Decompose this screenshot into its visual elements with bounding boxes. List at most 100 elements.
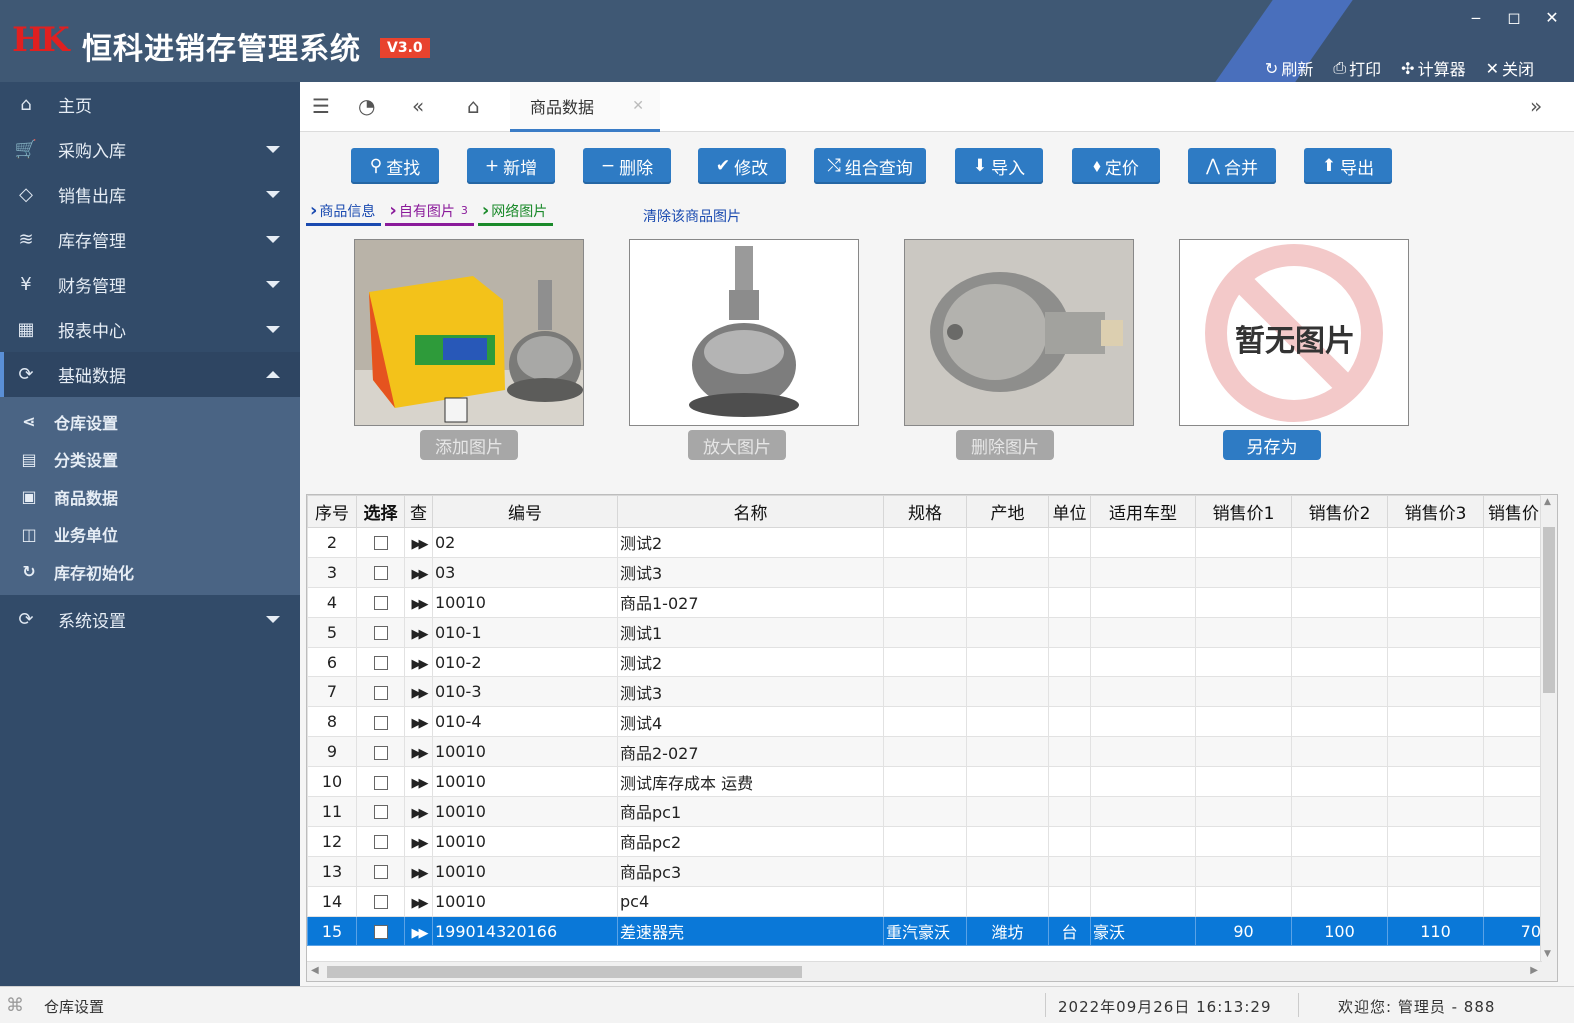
submenu-item-0[interactable]: ⋖ 仓库设置 [0,403,300,441]
toolbar-button-check[interactable]: ✔ 修改 [698,148,786,184]
submenu-item-3[interactable]: ◫ 业务单位 [0,516,300,554]
home-tab-icon[interactable]: ⌂ [467,94,480,118]
toolbar-button-shuffle[interactable]: ⤭ 组合查询 [814,148,926,184]
table-row[interactable]: 9 ▶▶ 10010 商品2-027 [307,736,1544,768]
row-checkbox[interactable] [373,656,388,670]
sidebar-item-0[interactable]: ⌂ 主页 [0,82,300,127]
row-checkbox[interactable] [373,596,388,611]
table-row[interactable]: 10 ▶▶ 10010 测试库存成本 运费 [307,766,1544,798]
delete-image-button[interactable]: 删除图片 [956,430,1054,460]
product-image-3[interactable] [904,239,1134,426]
view-detail-icon[interactable]: ▶▶ [412,567,429,582]
scroll-left-icon[interactable]: ◀ [311,965,319,976]
sidebar-item-5[interactable]: ▦ 报表中心 [0,307,300,352]
scroll-up-icon[interactable]: ▲ [1544,497,1551,507]
row-checkbox[interactable] [373,835,388,850]
subtab-2[interactable]: › 网络图片 [477,198,554,226]
table-row[interactable]: 11 ▶▶ 10010 商品pc1 [307,796,1544,827]
view-detail-icon[interactable]: ▶▶ [412,627,429,642]
vertical-scrollbar[interactable]: ▲ ▼ [1540,495,1557,981]
submenu-item-4[interactable]: ↻ 库存初始化 [0,553,300,591]
row-checkbox[interactable] [373,895,388,910]
view-detail-icon[interactable]: ▶▶ [412,537,429,552]
view-detail-icon[interactable]: ▶▶ [412,806,429,821]
table-row[interactable]: 7 ▶▶ 010-3 测试3 [307,676,1544,708]
column-header[interactable]: 单位 [1048,495,1091,528]
sidebar-item-system-settings[interactable]: ⟳ 系统设置 [0,597,300,642]
row-checkbox[interactable] [373,865,388,880]
column-header[interactable]: 序号 [307,495,357,528]
view-detail-icon[interactable]: ▶▶ [412,597,429,612]
subtab-1[interactable]: › 自有图片 3 [385,198,474,226]
top-action-calculator[interactable]: ✣ 计算器 [1401,56,1465,80]
save-as-button[interactable]: 另存为 [1223,430,1321,460]
column-header[interactable]: 名称 [617,495,884,528]
product-image-2[interactable] [629,239,859,426]
view-detail-icon[interactable]: ▶▶ [412,866,429,881]
product-image-placeholder[interactable]: 暂无图片 [1179,239,1409,426]
subtab-0[interactable]: › 商品信息 [306,198,382,226]
table-row[interactable]: 13 ▶▶ 10010 商品pc3 [307,855,1544,887]
submenu-item-2[interactable]: ▣ 商品数据 [0,478,300,516]
horizontal-scroll-thumb[interactable] [327,966,802,978]
window-close-icon[interactable]: ✕ [1544,8,1560,27]
table-row[interactable]: 6 ▶▶ 010-2 测试2 [307,646,1544,678]
tab-close-icon[interactable]: ✕ [632,98,644,114]
view-detail-icon[interactable]: ▶▶ [412,776,429,791]
toolbar-button-minus[interactable]: − 删除 [583,148,671,184]
product-image-1[interactable] [354,239,584,426]
horizontal-scrollbar[interactable]: ◀ ▶ [307,961,1542,981]
sidebar-item-3[interactable]: ≋ 库存管理 [0,217,300,262]
double-chevron-right-icon[interactable]: » [1530,94,1542,118]
toolbar-button-plus[interactable]: + 新增 [467,148,555,184]
column-header[interactable]: 查 [404,495,433,528]
maximize-icon[interactable]: ◻ [1506,8,1522,27]
column-header[interactable]: 编号 [432,495,618,528]
column-header[interactable]: 产地 [966,495,1049,528]
toolbar-button-price-tag[interactable]: ⬧ 定价 [1072,148,1160,184]
menu-toggle-icon[interactable]: ☰ [312,94,330,118]
toolbar-button-merge[interactable]: ⋀ 合并 [1188,148,1276,184]
sidebar-item-4[interactable]: ¥ 财务管理 [0,262,300,307]
toolbar-button-search[interactable]: ⚲ 查找 [351,148,439,184]
table-row[interactable]: 5 ▶▶ 010-1 测试1 [307,616,1544,648]
row-checkbox[interactable] [373,685,388,700]
view-detail-icon[interactable]: ▶▶ [412,926,429,941]
row-checkbox[interactable] [373,925,388,940]
view-detail-icon[interactable]: ▶▶ [412,686,429,701]
column-header[interactable]: 选择 [356,495,405,528]
row-checkbox[interactable] [373,775,388,790]
sidebar-item-2[interactable]: ◇ 销售出库 [0,172,300,217]
toolbar-button-import[interactable]: ⬇ 导入 [955,148,1043,184]
table-row[interactable]: 2 ▶▶ 02 测试2 [307,527,1544,558]
view-detail-icon[interactable]: ▶▶ [412,657,429,672]
top-action-refresh[interactable]: ↻ 刷新 [1265,56,1313,80]
palette-icon[interactable]: ◔ [358,94,375,118]
scroll-down-icon[interactable]: ▼ [1544,949,1551,959]
vertical-scroll-thumb[interactable] [1543,527,1555,693]
row-checkbox[interactable] [373,626,388,641]
clear-image-link[interactable]: 清除该商品图片 [643,206,741,226]
column-header[interactable]: 规格 [883,495,967,528]
top-action-close[interactable]: ✕ 关闭 [1486,56,1534,80]
sidebar-item-6[interactable]: ⟳ 基础数据 [0,352,300,397]
tab-product-data[interactable]: 商品数据 ✕ [510,82,660,132]
submenu-item-1[interactable]: ▤ 分类设置 [0,441,300,479]
row-checkbox[interactable] [373,715,388,730]
scroll-right-icon[interactable]: ▶ [1530,965,1538,976]
toolbar-button-export[interactable]: ⬆ 导出 [1304,148,1392,184]
table-row[interactable]: 3 ▶▶ 03 测试3 [307,556,1544,588]
view-detail-icon[interactable]: ▶▶ [412,746,429,761]
row-checkbox[interactable] [373,566,388,581]
table-row[interactable]: 12 ▶▶ 10010 商品pc2 [307,825,1544,857]
top-action-print[interactable]: ⎙ 打印 [1333,56,1381,80]
view-detail-icon[interactable]: ▶▶ [412,716,429,731]
column-header[interactable]: 销售价2 [1291,495,1388,528]
view-detail-icon[interactable]: ▶▶ [412,836,429,851]
row-checkbox[interactable] [373,745,388,760]
add-image-button[interactable]: 添加图片 [420,430,518,460]
column-header[interactable]: 销售价 [1483,495,1544,528]
table-row[interactable]: 15 ▶▶ 199014320166 差速器壳 重汽豪沃 潍坊台豪沃 90 100 110 70 [307,915,1544,947]
column-header[interactable]: 销售价3 [1387,495,1484,528]
row-checkbox[interactable] [373,805,388,820]
